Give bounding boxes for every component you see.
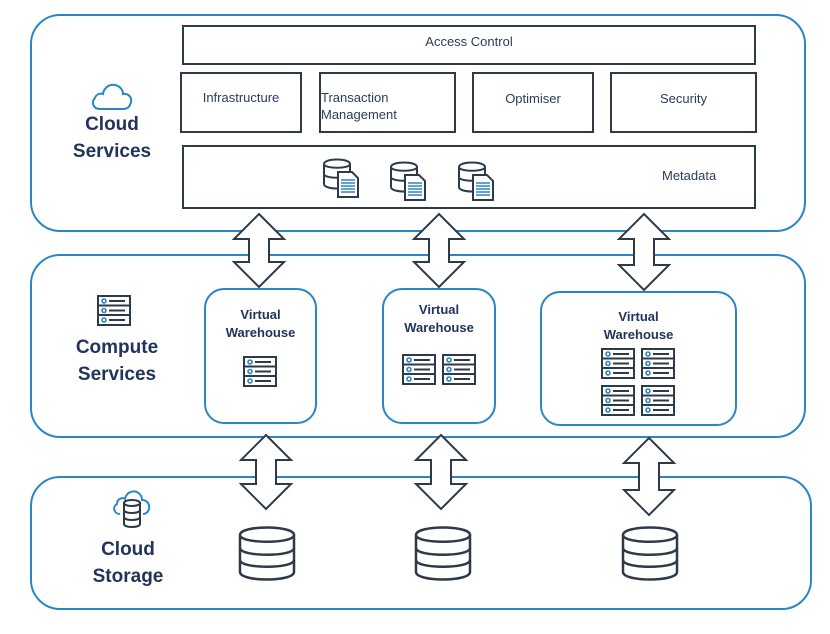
server-icon	[641, 385, 675, 416]
database-document-icon	[323, 158, 359, 198]
double-arrow-icon	[238, 433, 294, 511]
database-icon	[238, 526, 296, 581]
cloud-services-label: Cloud Services	[62, 111, 162, 165]
double-arrow-shape	[621, 436, 677, 517]
label-line: Compute	[75, 337, 159, 358]
optimiser-box: Optimiser	[472, 72, 594, 133]
infrastructure-label: Infrastructure	[202, 90, 280, 105]
title-line: Virtual	[418, 302, 460, 317]
access-control-label: Access Control	[425, 34, 513, 49]
virtual-warehouse-title: Virtual Warehouse	[384, 301, 494, 337]
server-icon	[601, 348, 635, 379]
server-icon	[243, 356, 277, 387]
database-icon	[621, 526, 679, 581]
server-icon	[97, 295, 131, 326]
server-icon	[442, 354, 476, 385]
management-label-line: Management	[321, 106, 397, 122]
transaction-label-line: Transaction	[321, 89, 389, 105]
server-icon	[641, 348, 675, 379]
double-arrow-icon	[413, 433, 469, 511]
label-line: Storage	[92, 566, 164, 587]
database-document-icon	[458, 161, 494, 201]
server-icon	[402, 354, 436, 385]
infrastructure-box: Infrastructure	[180, 72, 302, 133]
title-line: Warehouse	[225, 325, 296, 340]
label-line: Cloud	[101, 539, 155, 560]
transaction-management-box: Transaction Management	[319, 72, 456, 133]
virtual-warehouse-title: Virtual Warehouse	[542, 308, 735, 344]
title-line: Virtual	[240, 307, 281, 322]
label-line: Cloud	[85, 114, 139, 135]
access-control-box: Access Control	[182, 25, 756, 65]
optimiser-label: Optimiser	[505, 91, 561, 106]
database-document-icon	[390, 161, 426, 201]
double-arrow-shape	[616, 212, 672, 292]
security-box: Security	[610, 72, 757, 133]
cloud-storage-label: Cloud Storage	[78, 536, 178, 590]
double-arrow-icon	[411, 212, 467, 289]
security-label: Security	[660, 91, 707, 106]
double-arrow-shape	[238, 433, 294, 511]
double-arrow-shape	[413, 433, 469, 511]
double-arrow-shape	[411, 212, 467, 289]
cloud-database-icon	[113, 490, 151, 528]
virtual-warehouse-large: Virtual Warehouse	[540, 291, 737, 426]
double-arrow-icon	[621, 436, 677, 517]
cloud-icon	[91, 83, 133, 110]
label-line: Services	[77, 364, 157, 385]
title-line: Warehouse	[404, 320, 474, 335]
metadata-label: Metadata	[662, 168, 717, 183]
database-icon	[414, 526, 472, 581]
title-line: Virtual	[618, 309, 659, 324]
server-icon	[601, 385, 635, 416]
label-line: Services	[72, 141, 152, 162]
virtual-warehouse-title: Virtual Warehouse	[206, 306, 315, 342]
compute-services-label: Compute Services	[62, 334, 172, 388]
double-arrow-shape	[231, 212, 287, 289]
double-arrow-icon	[616, 212, 672, 292]
virtual-warehouse-medium: Virtual Warehouse	[382, 288, 496, 424]
title-line: Warehouse	[603, 327, 674, 342]
double-arrow-icon	[231, 212, 287, 289]
